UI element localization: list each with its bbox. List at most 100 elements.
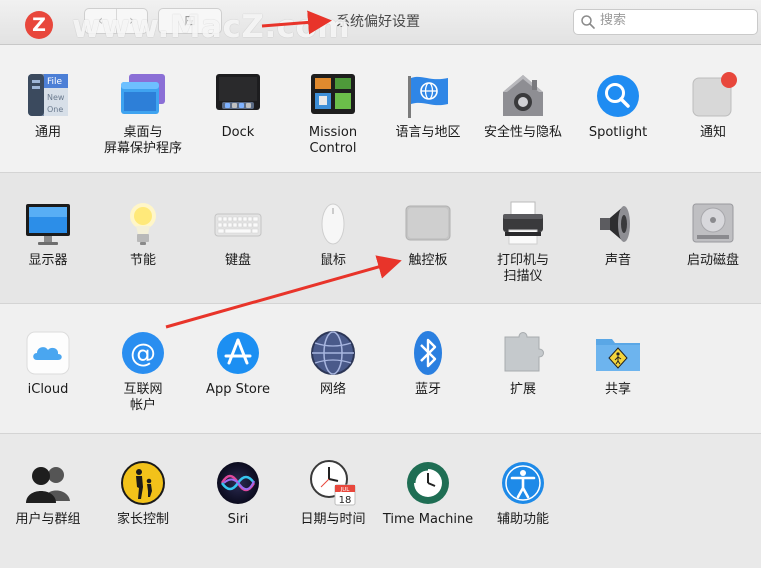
- pref-label: 通知: [699, 125, 726, 140]
- pref-label: 安全性与隐私: [483, 125, 562, 140]
- pref-security-privacy[interactable]: 安全性与隐私: [476, 72, 570, 141]
- security-privacy-icon: [499, 72, 547, 120]
- general-icon: File New One: [24, 72, 72, 120]
- pref-label: 辅助功能: [496, 512, 549, 527]
- date-time-icon: JUL 18: [309, 459, 357, 507]
- pref-sharing[interactable]: 共享: [571, 329, 665, 398]
- displays-icon: [24, 200, 72, 248]
- pref-label: 扩展: [509, 382, 536, 397]
- pref-label: Siri: [227, 512, 249, 527]
- accessibility-icon: [499, 459, 547, 507]
- pref-label: Dock: [221, 125, 255, 140]
- sound-icon: [594, 200, 642, 248]
- section-personal: File New One 通用 桌面与 屏幕保护程序 Dock Mission …: [0, 45, 761, 173]
- printers-scanners-icon: [499, 200, 547, 248]
- pref-parental-controls[interactable]: 家长控制: [96, 459, 190, 528]
- search-field[interactable]: [573, 9, 758, 35]
- pref-general[interactable]: File New One 通用: [1, 72, 95, 141]
- pref-label: 鼠标: [319, 253, 346, 268]
- pref-trackpad[interactable]: 触控板: [381, 200, 475, 269]
- svg-text:One: One: [47, 105, 63, 114]
- pref-energy-saver[interactable]: 节能: [96, 200, 190, 269]
- pref-label: Mission Control: [308, 125, 358, 156]
- pref-language-region[interactable]: 语言与地区: [381, 72, 475, 141]
- svg-text:@: @: [130, 339, 156, 369]
- pref-label: 键盘: [224, 253, 251, 268]
- pref-startup-disk[interactable]: 启动磁盘: [666, 200, 760, 269]
- pref-label: 打印机与 扫描仪: [496, 253, 549, 284]
- pref-label: 互联网 帐户: [123, 382, 163, 413]
- pref-label: Spotlight: [588, 125, 648, 140]
- pref-users-groups[interactable]: 用户与群组: [1, 459, 95, 528]
- pref-spotlight[interactable]: Spotlight: [571, 72, 665, 141]
- pref-bluetooth[interactable]: 蓝牙: [381, 329, 475, 398]
- pref-internet-accounts[interactable]: @ 互联网 帐户: [96, 329, 190, 414]
- bluetooth-icon: [404, 329, 452, 377]
- parental-controls-icon: [119, 459, 167, 507]
- trackpad-icon: [404, 200, 452, 248]
- pref-icloud[interactable]: iCloud: [1, 329, 95, 398]
- extensions-icon: [499, 329, 547, 377]
- pref-notifications[interactable]: 通知: [666, 72, 760, 141]
- dock-icon: [214, 72, 262, 120]
- pref-label: 显示器: [28, 253, 68, 268]
- pref-label: 用户与群组: [15, 512, 81, 527]
- siri-icon: [214, 459, 262, 507]
- pref-label: Time Machine: [382, 512, 474, 527]
- pref-siri[interactable]: Siri: [191, 459, 285, 528]
- watermark-text: www.MacZ.com: [72, 9, 351, 45]
- section-internet-wireless: iCloud @ 互联网 帐户 App Store 网络 蓝牙 扩展 共享: [0, 304, 761, 434]
- watermark-logo-badge: Z: [25, 11, 53, 39]
- mission-control-icon: [309, 72, 357, 120]
- pref-mouse[interactable]: 鼠标: [286, 200, 380, 269]
- pref-network[interactable]: 网络: [286, 329, 380, 398]
- pref-extensions[interactable]: 扩展: [476, 329, 570, 398]
- svg-text:New: New: [47, 93, 65, 102]
- network-icon: [309, 329, 357, 377]
- pref-date-time[interactable]: JUL 18 日期与时间: [286, 459, 380, 528]
- pref-keyboard[interactable]: 键盘: [191, 200, 285, 269]
- pref-label: 日期与时间: [300, 512, 366, 527]
- pref-label: 共享: [604, 382, 631, 397]
- desktop-screensaver-icon: [119, 72, 167, 120]
- pref-displays[interactable]: 显示器: [1, 200, 95, 269]
- pref-label: 启动磁盘: [686, 253, 739, 268]
- pref-dock[interactable]: Dock: [191, 72, 285, 141]
- svg-text:JUL: JUL: [340, 487, 351, 493]
- startup-disk-icon: [689, 200, 737, 248]
- pref-label: 蓝牙: [414, 382, 441, 397]
- pref-label: 语言与地区: [395, 125, 461, 140]
- pref-accessibility[interactable]: 辅助功能: [476, 459, 570, 528]
- keyboard-icon: [214, 200, 262, 248]
- pref-label: 网络: [319, 382, 346, 397]
- section-hardware: 显示器 节能 键盘 鼠标 触控板 打印机与 扫描仪 声音 启动磁盘: [0, 173, 761, 304]
- icloud-icon: [24, 329, 72, 377]
- toolbar: ‹ › ⊞ 系统偏好设置 Z www.MacZ.com: [0, 0, 761, 45]
- search-input[interactable]: [600, 12, 750, 30]
- pref-label: 节能: [129, 253, 156, 268]
- internet-accounts-icon: @: [119, 329, 167, 377]
- pref-label: 触控板: [408, 253, 448, 268]
- svg-text:File: File: [47, 77, 63, 87]
- sharing-icon: [594, 329, 642, 377]
- pref-sound[interactable]: 声音: [571, 200, 665, 269]
- app-store-icon: [214, 329, 262, 377]
- pref-label: 家长控制: [116, 512, 169, 527]
- time-machine-icon: [404, 459, 452, 507]
- pref-printers-scanners[interactable]: 打印机与 扫描仪: [476, 200, 570, 285]
- energy-saver-icon: [119, 200, 167, 248]
- pref-desktop-screensaver[interactable]: 桌面与 屏幕保护程序: [96, 72, 190, 157]
- section-system: 用户与群组 家长控制 Siri JUL 18 日期与时间 Time Machin…: [0, 434, 761, 568]
- pref-time-machine[interactable]: Time Machine: [381, 459, 475, 528]
- svg-text:18: 18: [339, 495, 352, 506]
- language-region-icon: [404, 72, 452, 120]
- search-icon: [581, 15, 595, 29]
- pref-label: App Store: [206, 382, 270, 397]
- pref-label: iCloud: [27, 382, 69, 397]
- spotlight-icon: [594, 72, 642, 120]
- notifications-icon: [689, 72, 737, 120]
- pref-mission-control[interactable]: Mission Control: [286, 72, 380, 157]
- pref-label: 通用: [34, 125, 61, 140]
- users-groups-icon: [24, 459, 72, 507]
- pref-app-store[interactable]: App Store: [191, 329, 285, 398]
